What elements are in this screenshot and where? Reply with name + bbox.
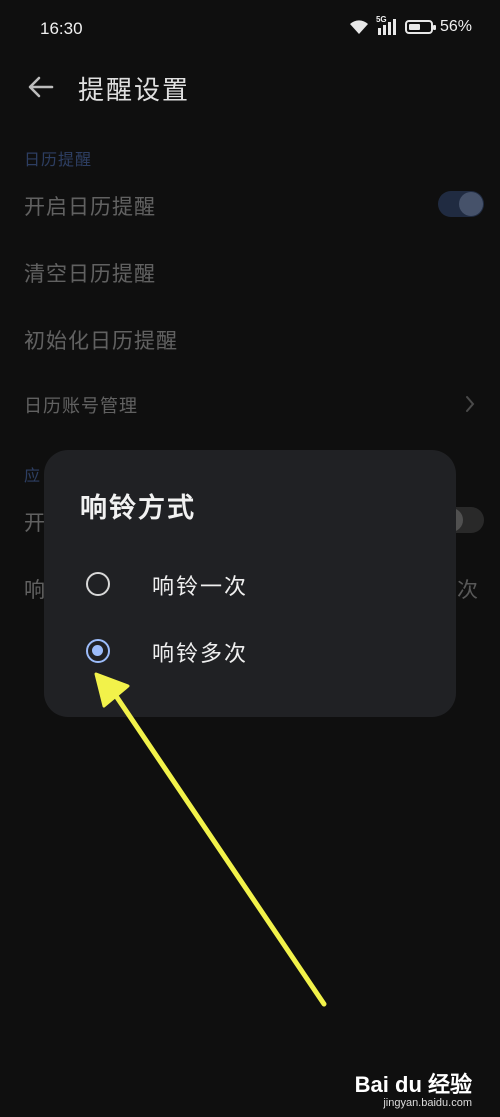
signal-icon: 5G (376, 15, 398, 35)
watermark-url: jingyan.baidu.com (383, 1097, 472, 1109)
list-item-label: 日历账号管理 (24, 396, 138, 417)
app-header: 提醒设置 (0, 56, 500, 118)
ring-mode-dialog: 响铃方式 响铃一次 响铃多次 (44, 450, 456, 717)
option-label: 响铃一次 (152, 575, 249, 600)
section-app-reminder: 应 (24, 466, 42, 485)
list-item-label: 开 (24, 511, 46, 535)
chevron-right-icon (466, 396, 475, 412)
option-ring-once[interactable]: 响铃一次 (44, 554, 456, 614)
radio-button[interactable] (86, 639, 110, 663)
radio-button[interactable] (86, 572, 110, 596)
wifi-icon (349, 20, 368, 34)
list-item-clear-calendar[interactable]: 清空日历提醒 (0, 238, 500, 302)
status-icons: 5G 56% (349, 15, 472, 36)
list-item-label: 响 (24, 578, 46, 602)
back-arrow-icon[interactable] (26, 72, 56, 102)
section-calendar-reminder: 日历提醒 (24, 150, 93, 169)
list-item-init-calendar[interactable]: 初始化日历提醒 (0, 305, 500, 369)
page-title: 提醒设置 (78, 76, 191, 106)
status-bar: 16:30 5G 56% (0, 0, 500, 56)
watermark-brand: Bai du 经验 (354, 1072, 472, 1097)
battery-level (408, 24, 420, 30)
list-item-label: 开启日历提醒 (24, 195, 156, 219)
toggle-knob (459, 192, 483, 216)
list-item-label: 初始化日历提醒 (24, 329, 178, 353)
battery-percent: 56% (439, 18, 472, 35)
status-time: 16:30 (40, 19, 83, 38)
ring-mode-value: 次 (457, 578, 478, 602)
enable-calendar-toggle[interactable] (438, 191, 484, 217)
option-ring-multiple[interactable]: 响铃多次 (44, 621, 456, 681)
list-item-label: 清空日历提醒 (24, 262, 156, 286)
baidu-jingyan-watermark: Bai du 经验 jingyan.baidu.com (354, 1067, 472, 1113)
list-item-account-management[interactable]: 日历账号管理 (0, 372, 500, 436)
battery-icon (404, 20, 436, 34)
option-label: 响铃多次 (152, 642, 249, 667)
list-item-enable-calendar[interactable]: 开启日历提醒 (0, 172, 500, 236)
dialog-title: 响铃方式 (80, 493, 196, 524)
radio-selected-dot (92, 645, 103, 656)
